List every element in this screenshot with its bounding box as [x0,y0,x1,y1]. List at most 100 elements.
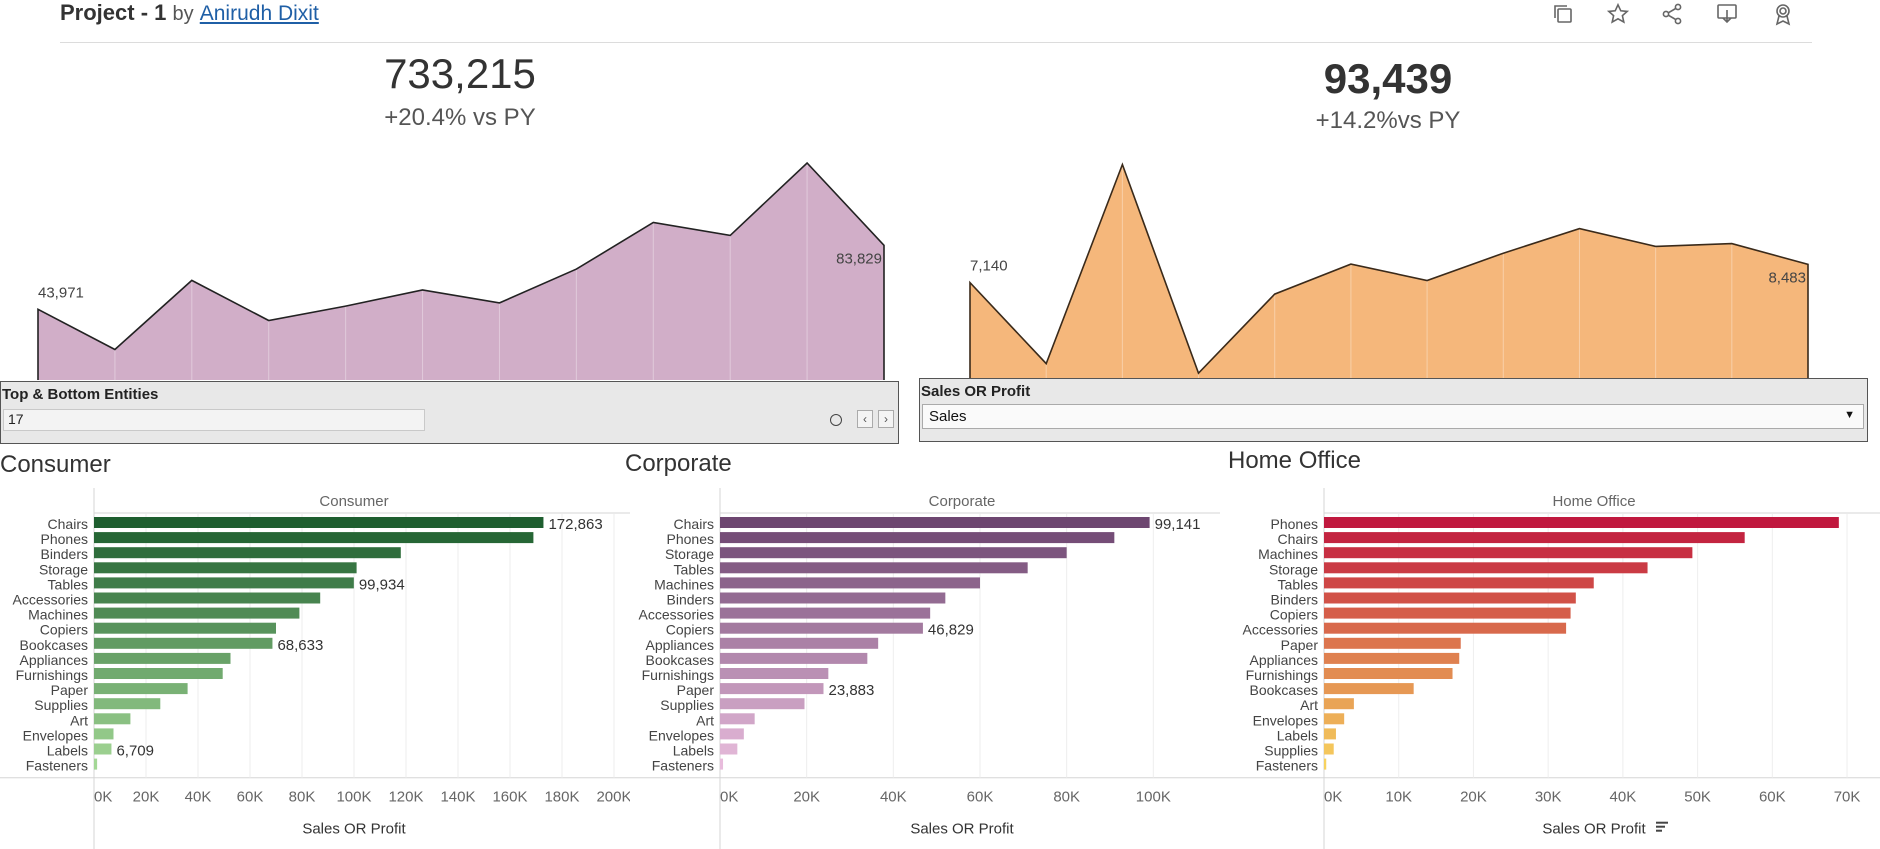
bar [94,683,188,695]
category-label: Envelopes [23,727,88,743]
bar [720,547,1067,559]
bar [720,562,1028,574]
x-tick-label: 60K [237,789,264,806]
category-label: Appliances [646,637,715,653]
corporate-bar-chart: Corporate 0K 20K 40K 60K 80K 100K Sales OR Prof… [630,488,1220,849]
category-label: Machines [28,607,88,623]
x-tick-label: 160K [492,789,527,806]
award-icon[interactable] [1768,0,1798,28]
home-office-bar-chart: Home Office 0K 10K 20K 30K 40K 50K 60K 70K Sales … [1220,488,1880,849]
bar-value-label: 6,709 [116,743,154,760]
category-label: Labels [47,743,88,759]
category-label: Art [696,712,714,728]
x-axis-title: Sales OR Profit [302,821,406,838]
category-label: Chairs [1278,531,1318,547]
last-value-label: 83,829 [836,250,882,267]
category-label: Accessories [13,592,88,608]
bar [1324,683,1414,695]
bar [94,592,321,604]
category-label: Tables [1278,576,1318,592]
category-label: Paper [677,682,715,698]
x-tick-label: 50K [1684,789,1711,806]
category-label: Phones [667,531,714,547]
bar [1324,713,1345,725]
bar [720,607,931,619]
bar [1324,698,1354,710]
duplicate-icon[interactable] [1548,0,1578,28]
bar [1324,577,1594,589]
bar [1324,728,1336,740]
category-label: Binders [667,592,714,608]
bar [1324,607,1571,619]
download-icon[interactable] [1712,0,1742,28]
bar [94,532,534,544]
category-label: Tables [48,576,88,592]
bar [94,652,231,664]
project-title-text: Project - 1 [60,0,167,25]
sales-or-profit-filter-panel: Sales OR Profit Sales ▼ [919,378,1868,442]
by-label: by [172,3,194,25]
bar [94,622,276,634]
x-tick-label: 40K [185,789,212,806]
bar [94,577,354,589]
consumer-bar-chart: Consumer 0K 20K 40K 60K 80K 100K 120K 140K 160K 18… [0,488,630,849]
x-tick-label: 0K [94,789,112,806]
bar-value-label: 68,633 [277,637,323,654]
category-label: Furnishings [642,667,714,683]
category-label: Phones [1271,516,1318,532]
category-label: Envelopes [649,727,714,743]
category-label: Furnishings [1246,667,1318,683]
author-link[interactable]: Anirudh Dixit [200,2,319,25]
segment-title-corporate: Corporate [625,450,732,477]
top-bottom-filter-title: Top & Bottom Entities [2,386,159,403]
bar-value-label: 172,863 [548,516,602,533]
bar [94,758,98,770]
x-tick-label: 0K [1324,789,1342,806]
category-label: Labels [1277,727,1318,743]
category-label: Tables [674,561,714,577]
x-tick-label: 40K [880,789,907,806]
category-label: Art [70,712,88,728]
category-label: Paper [51,682,89,698]
sales-or-profit-select[interactable]: Sales ▼ [922,404,1864,429]
category-label: Bookcases [20,637,88,653]
bar [720,592,946,604]
facet-header: Consumer [319,493,388,510]
bar-value-label: 46,829 [928,622,974,639]
category-label: Appliances [1250,652,1319,668]
category-label: Envelopes [1253,712,1318,728]
category-label: Storage [665,546,714,562]
bar [94,637,273,649]
bar [720,713,755,725]
decrement-button[interactable]: ‹ [857,410,873,428]
bar [720,698,805,710]
share-icon[interactable] [1657,0,1687,28]
bar [720,622,923,634]
x-tick-label: 30K [1535,789,1562,806]
category-label: Bookcases [1250,682,1318,698]
bar [720,652,868,664]
category-label: Storage [39,561,88,577]
slider-handle[interactable] [830,414,842,426]
bar [1324,562,1648,574]
x-axis-title: Sales OR Profit [1542,821,1646,838]
category-label: Phones [41,531,88,547]
bar [720,743,738,755]
bar [94,607,300,619]
category-label: Art [1300,697,1318,713]
x-tick-label: 200K [596,789,630,806]
increment-button[interactable]: › [878,410,894,428]
bar-value-label: 99,141 [1155,516,1201,533]
star-icon[interactable] [1603,0,1633,28]
bar [94,743,112,755]
profit-trend-area-chart: 7,140 8,483 [969,162,1809,380]
category-label: Machines [1258,546,1318,562]
bar [1324,592,1576,604]
facet-header: Corporate [929,493,996,510]
kpi-profit-delta: +14.2%vs PY [1315,107,1461,134]
x-tick-label: 60K [1759,789,1786,806]
bar [720,758,724,770]
x-tick-label: 10K [1385,789,1412,806]
category-label: Supplies [34,697,88,713]
top-bottom-value-input[interactable]: 17 [3,409,425,431]
